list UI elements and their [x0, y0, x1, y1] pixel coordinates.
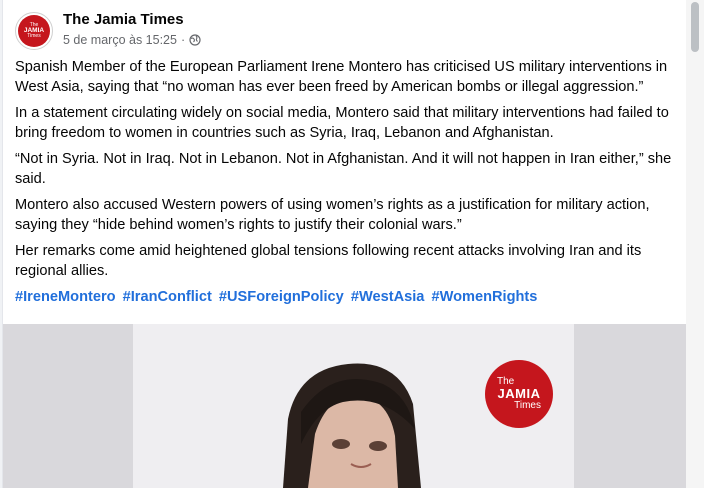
post-paragraph: In a statement circulating widely on soc…	[15, 105, 669, 141]
avatar[interactable]: The JAMIA Times	[15, 12, 53, 50]
meta-separator: ·	[180, 33, 186, 47]
watermark-line2: JAMIA	[497, 386, 541, 402]
hashtag-list: #IreneMontero #IranConflict #USForeignPo…	[15, 287, 687, 307]
post-text: Spanish Member of the European Parliamen…	[15, 57, 687, 313]
post-paragraph: Her remarks come amid heightened global …	[15, 243, 642, 279]
watermark-logo: The JAMIA Times	[485, 360, 553, 428]
post-meta: 5 de março às 15:25 ·	[63, 33, 201, 47]
scrollbar-thumb[interactable]	[691, 2, 699, 52]
post-photo[interactable]: The JAMIA Times	[133, 324, 574, 488]
vertical-scrollbar[interactable]	[686, 0, 704, 488]
watermark-line3: Times	[514, 399, 541, 411]
post-paragraph: “Not in Syria. Not in Iraq. Not in Leban…	[15, 151, 672, 187]
hashtag-link[interactable]: #USForeignPolicy	[219, 289, 344, 305]
hashtag-link[interactable]: #IranConflict	[123, 289, 212, 305]
avatar-logo: The JAMIA Times	[18, 15, 50, 47]
post-media[interactable]: The JAMIA Times	[3, 324, 687, 488]
post-card: The JAMIA Times The Jamia Times 5 de mar…	[2, 0, 687, 488]
post-paragraph: Montero also accused Western powers of u…	[15, 197, 650, 233]
hashtag-link[interactable]: #WomenRights	[431, 289, 537, 305]
avatar-line3: Times	[27, 33, 41, 40]
post-header: The JAMIA Times The Jamia Times 5 de mar…	[15, 10, 615, 52]
hashtag-link[interactable]: #IreneMontero	[15, 289, 116, 305]
globe-icon[interactable]	[189, 34, 201, 46]
page-name-link[interactable]: The Jamia Times	[63, 11, 184, 28]
post-timestamp[interactable]: 5 de março às 15:25	[63, 33, 177, 47]
post-paragraph: Spanish Member of the European Parliamen…	[15, 59, 668, 95]
hashtag-link[interactable]: #WestAsia	[351, 289, 425, 305]
